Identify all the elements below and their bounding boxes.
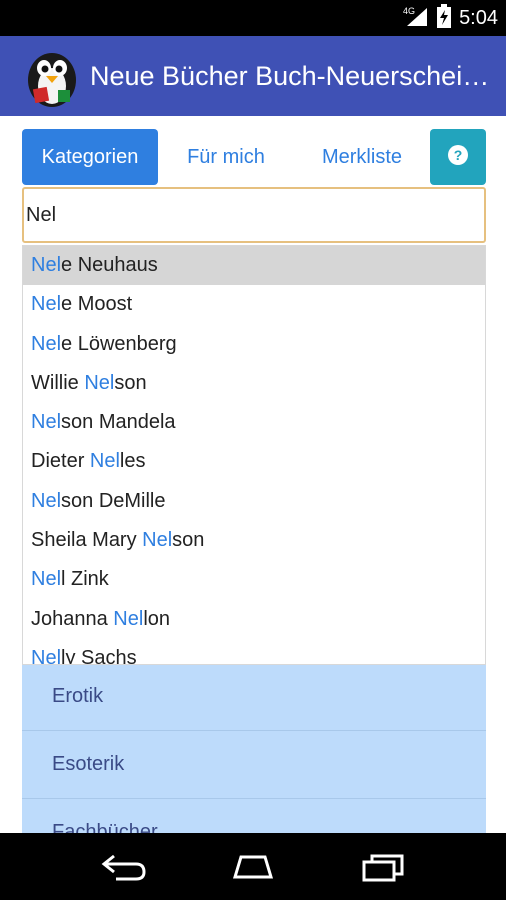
suggestion-item[interactable]: Nelson Mandela xyxy=(23,403,485,442)
tab-merkliste[interactable]: Merkliste xyxy=(294,129,430,185)
suggestion-after: son xyxy=(114,371,147,394)
suggestion-after: son xyxy=(172,529,205,552)
tab-bar: Kategorien Für mich Merkliste ? xyxy=(22,129,486,185)
status-icons: 4G 5:04 xyxy=(403,0,498,36)
suggestion-match: Nel xyxy=(31,332,62,355)
status-time: 5:04 xyxy=(459,6,498,29)
category-label: Esoterik xyxy=(52,753,125,775)
suggestion-before: Johanna xyxy=(31,607,114,630)
svg-text:?: ? xyxy=(454,147,463,163)
suggestion-after: les xyxy=(119,450,146,473)
category-label: Fachbücher xyxy=(52,821,158,833)
suggestion-match: Nel xyxy=(31,293,62,316)
suggestion-match: Nel xyxy=(31,489,62,512)
suggestion-match: Nel xyxy=(31,254,62,276)
suggestion-after: e Neuhaus xyxy=(61,254,158,276)
suggestion-match: Nel xyxy=(31,411,62,434)
suggestion-match: Nel xyxy=(31,646,62,665)
battery-icon xyxy=(437,3,452,33)
suggestion-after: e Löwenberg xyxy=(61,332,177,355)
status-bar: 4G 5:04 xyxy=(0,0,506,36)
suggestion-match: Nel xyxy=(113,607,144,630)
help-icon: ? xyxy=(447,144,469,171)
category-item[interactable]: Fachbücher xyxy=(22,799,486,833)
suggestion-item[interactable]: Dieter Nelles xyxy=(23,442,485,481)
app-title: Neue Bücher Buch-Neuerscheinungen xyxy=(90,60,490,91)
suggestion-before: Willie xyxy=(31,371,85,394)
penguin-logo-icon xyxy=(20,44,84,108)
category-item[interactable]: Erotik xyxy=(22,663,486,731)
search-input[interactable] xyxy=(24,189,484,241)
home-button[interactable] xyxy=(223,847,283,887)
signal-icon: 4G xyxy=(403,5,429,32)
category-label: Erotik xyxy=(52,685,104,707)
back-button[interactable] xyxy=(94,847,154,887)
app-bar: Neue Bücher Buch-Neuerscheinungen xyxy=(0,36,506,116)
tab-kategorien[interactable]: Kategorien xyxy=(22,129,158,185)
category-item[interactable]: Esoterik xyxy=(22,731,486,799)
suggestion-item[interactable]: Nele Moost xyxy=(23,285,485,324)
suggestion-after: ly Sachs xyxy=(61,646,137,665)
recents-icon xyxy=(362,854,404,881)
svg-text:4G: 4G xyxy=(403,6,415,16)
navigation-bar xyxy=(0,833,506,900)
suggestion-match: Nel xyxy=(89,450,120,473)
suggestion-match: Nel xyxy=(31,568,62,591)
suggestion-after: e Moost xyxy=(61,293,133,316)
category-list: Erotik Esoterik Fachbücher xyxy=(22,663,486,833)
suggestion-after: lon xyxy=(143,607,171,630)
suggestion-item[interactable]: Nelly Sachs xyxy=(23,639,485,665)
suggestion-after: son Mandela xyxy=(61,411,176,434)
suggestion-match: Nel xyxy=(84,371,115,394)
suggestion-item[interactable]: Nell Zink xyxy=(23,560,485,599)
home-icon xyxy=(232,855,274,878)
suggestion-before: Dieter xyxy=(31,450,90,473)
suggestion-item[interactable]: Sheila Mary Nelson xyxy=(23,521,485,560)
search-field xyxy=(22,187,486,243)
suggestion-item[interactable]: Nele Löwenberg xyxy=(23,325,485,364)
suggestion-item[interactable]: Nele Neuhaus xyxy=(23,246,485,286)
back-icon xyxy=(101,854,146,880)
tab-fuer-mich[interactable]: Für mich xyxy=(158,129,294,185)
suggestion-before: Sheila Mary xyxy=(31,529,143,552)
suggestion-item[interactable]: Nelson DeMille xyxy=(23,482,485,521)
suggestion-after: son DeMille xyxy=(61,489,166,512)
help-button[interactable]: ? xyxy=(430,129,486,185)
suggestion-item[interactable]: Willie Nelson xyxy=(23,364,485,403)
autocomplete-list: Nele Neuhaus Nele Moost Nele Löwenberg Will… xyxy=(22,245,486,665)
suggestion-match: Nel xyxy=(142,529,173,552)
recents-button[interactable] xyxy=(352,847,412,887)
suggestion-item[interactable]: Johanna Nellon xyxy=(23,600,485,639)
suggestion-after: l Zink xyxy=(61,568,109,591)
